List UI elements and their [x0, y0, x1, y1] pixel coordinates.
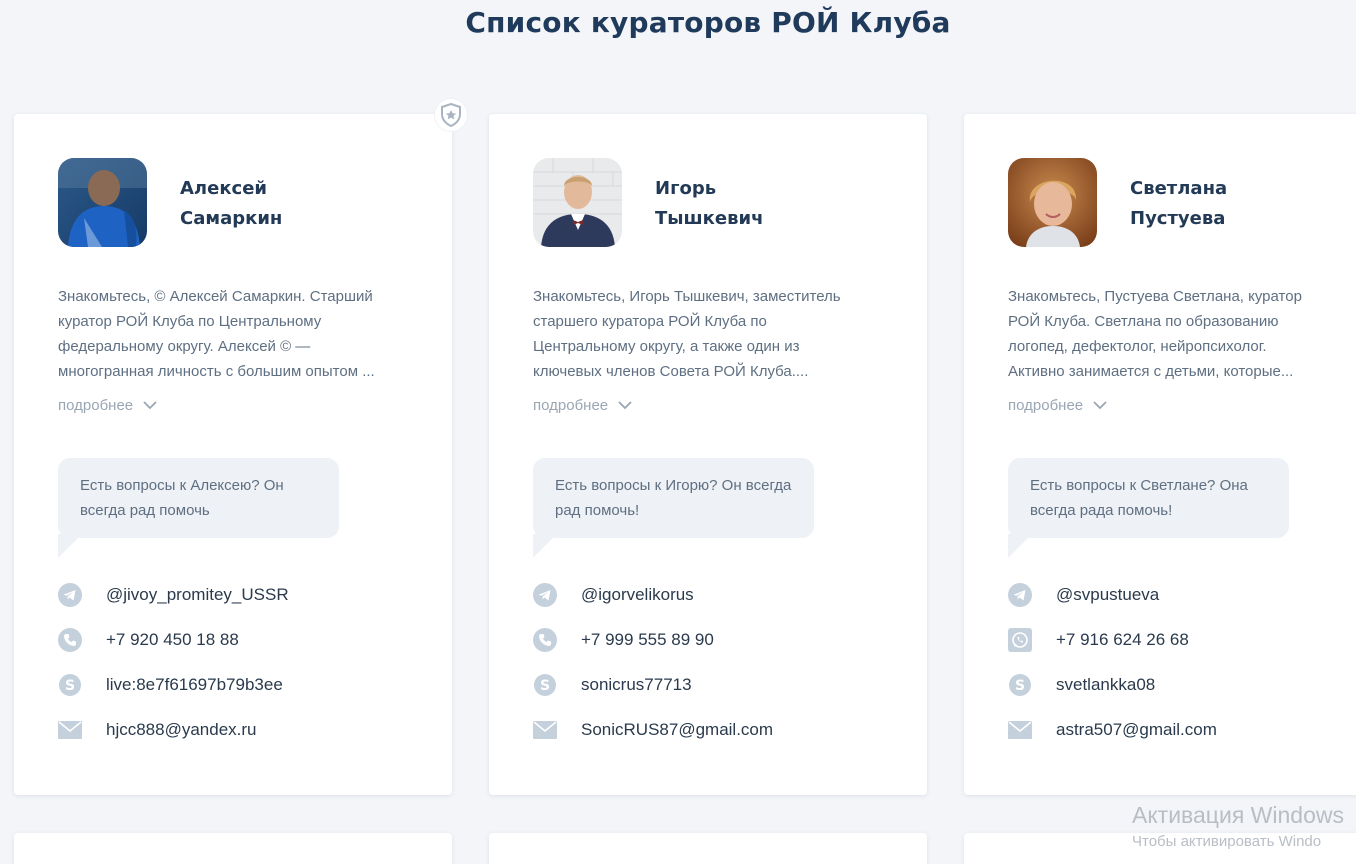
svg-text:S: S [65, 678, 75, 694]
telegram-icon [1008, 583, 1032, 607]
envelope-icon [1008, 718, 1032, 742]
more-link[interactable]: подробнее [1008, 397, 1107, 414]
bubble-tail [1008, 534, 1032, 558]
watermark-title: Активация Windows [1132, 802, 1344, 828]
contact-telegram[interactable]: @svpustueva [1008, 583, 1159, 607]
shield-star-icon[interactable] [434, 98, 468, 132]
telegram-icon [58, 583, 82, 607]
more-link[interactable]: подробнее [58, 397, 157, 414]
contact-email[interactable]: SonicRUS87@gmail.com [533, 718, 773, 742]
more-label: подробнее [533, 397, 609, 414]
avatar [533, 158, 622, 247]
contact-email[interactable]: hjcc888@yandex.ru [58, 718, 257, 742]
contact-email[interactable]: astra507@gmail.com [1008, 718, 1217, 742]
chevron-down-icon [1093, 397, 1107, 414]
curator-description: Знакомьтесь, Игорь Тышкевич, заместитель… [533, 288, 841, 380]
more-label: подробнее [1008, 397, 1084, 414]
contact-skype[interactable]: S live:8e7f61697b79b3ee [58, 673, 283, 697]
watermark-subtitle: Чтобы активировать Windo [1132, 833, 1322, 850]
phone-number: +7 999 555 89 90 [581, 630, 714, 649]
envelope-icon [58, 718, 82, 742]
envelope-icon [533, 718, 557, 742]
question-bubble: Есть вопросы к Светлане? Она всегда рада… [1008, 458, 1289, 538]
curator-description: Знакомьтесь, © Алексей Самаркин. Старший… [58, 288, 375, 380]
contact-phone[interactable]: +7 920 450 18 88 [58, 628, 239, 652]
svg-text:S: S [1015, 678, 1025, 694]
chevron-down-icon [618, 397, 632, 414]
curator-card [489, 833, 927, 864]
skype-icon: S [1008, 673, 1032, 697]
curator-name: Светлана Пустуева [1130, 178, 1228, 229]
phone-icon [58, 628, 82, 652]
curator-card: Алексей Самаркин Знакомьтесь, © Алексей … [14, 98, 468, 795]
phone-icon [533, 628, 557, 652]
avatar [1008, 158, 1097, 247]
phone-number: +7 920 450 18 88 [106, 630, 239, 649]
svg-text:S: S [540, 678, 550, 694]
contact-skype[interactable]: S sonicrus77713 [533, 673, 692, 697]
contact-whatsapp[interactable]: +7 916 624 26 68 [1008, 628, 1189, 652]
avatar [58, 158, 147, 247]
skype-icon: S [533, 673, 557, 697]
curator-card: Светлана Пустуева Знакомьтесь, Пустуева … [964, 114, 1356, 795]
more-label: подробнее [58, 397, 134, 414]
curator-name: Алексей Самаркин [180, 178, 283, 229]
email-address: astra507@gmail.com [1056, 720, 1217, 739]
question-bubble: Есть вопросы к Алексею? Он всегда рад по… [58, 458, 339, 538]
more-link[interactable]: подробнее [533, 397, 632, 414]
telegram-handle: @svpustueva [1056, 585, 1160, 604]
skype-login: live:8e7f61697b79b3ee [106, 675, 283, 694]
page-title: Список кураторов РОЙ Клуба [465, 6, 951, 39]
question-bubble: Есть вопросы к Игорю? Он всегда рад помо… [533, 458, 814, 538]
skype-login: svetlankka08 [1056, 675, 1156, 694]
bubble-tail [533, 534, 557, 558]
contact-telegram[interactable]: @jivoy_promitey_USSR [58, 583, 289, 607]
skype-icon: S [58, 673, 82, 697]
telegram-handle: @jivoy_promitey_USSR [106, 585, 289, 604]
contact-phone[interactable]: +7 999 555 89 90 [533, 628, 714, 652]
curator-description: Знакомьтесь, Пустуева Светлана, куратор … [1008, 288, 1302, 380]
chevron-down-icon [143, 397, 157, 414]
curator-card: Игорь Тышкевич Знакомьтесь, Игорь Тышкев… [489, 114, 927, 795]
skype-login: sonicrus77713 [581, 675, 692, 694]
whatsapp-icon [1008, 628, 1032, 652]
email-address: SonicRUS87@gmail.com [581, 720, 774, 739]
bubble-tail [58, 534, 82, 558]
curator-name: Игорь Тышкевич [655, 178, 764, 229]
windows-activation-watermark: Активация Windows Чтобы активировать Win… [1132, 802, 1344, 850]
contact-skype[interactable]: S svetlankka08 [1008, 673, 1155, 697]
contact-telegram[interactable]: @igorvelikorus [533, 583, 694, 607]
curator-card [14, 833, 452, 864]
telegram-handle: @igorvelikorus [581, 585, 694, 604]
telegram-icon [533, 583, 557, 607]
email-address: hjcc888@yandex.ru [106, 720, 257, 739]
phone-number: +7 916 624 26 68 [1056, 630, 1189, 649]
